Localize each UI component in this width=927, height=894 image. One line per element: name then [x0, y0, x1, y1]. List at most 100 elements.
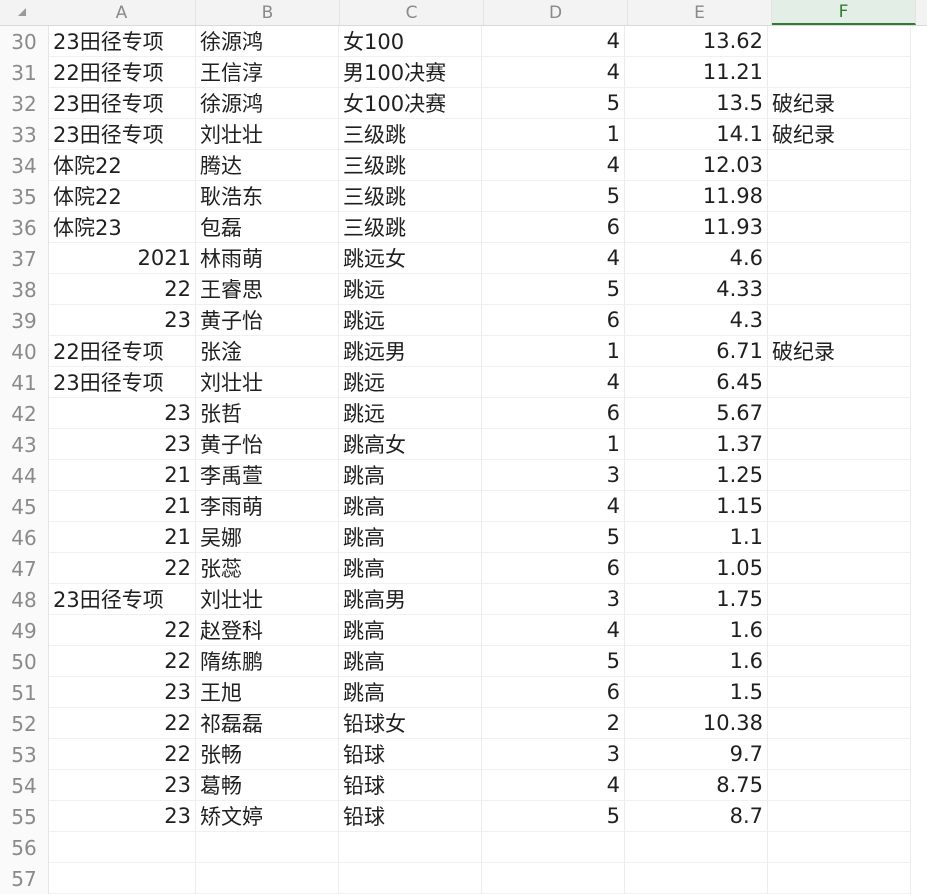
cell-f[interactable] — [768, 522, 911, 553]
cell-f[interactable] — [768, 863, 911, 894]
cell-f[interactable] — [768, 57, 911, 88]
cell-b[interactable]: 隋练鹏 — [196, 646, 339, 677]
cell-f[interactable] — [768, 708, 911, 739]
cell-f[interactable] — [768, 646, 911, 677]
cell-d[interactable]: 4 — [482, 615, 625, 646]
cell-a[interactable]: 22 — [49, 646, 196, 677]
cell-c[interactable]: 跳高 — [339, 646, 482, 677]
cell-d[interactable]: 6 — [482, 553, 625, 584]
cell-c[interactable]: 跳高 — [339, 522, 482, 553]
cell-e[interactable]: 1.37 — [625, 429, 768, 460]
cell-e[interactable]: 1.05 — [625, 553, 768, 584]
cell-d[interactable]: 6 — [482, 305, 625, 336]
cell-e[interactable]: 1.5 — [625, 677, 768, 708]
cell-d[interactable]: 5 — [482, 181, 625, 212]
cell-e[interactable]: 6.45 — [625, 367, 768, 398]
cell-b[interactable]: 赵登科 — [196, 615, 339, 646]
cell-c[interactable]: 女100 — [339, 26, 482, 57]
select-all-corner[interactable] — [0, 0, 48, 25]
cell-a[interactable]: 体院22 — [49, 181, 196, 212]
cell-f[interactable] — [768, 305, 911, 336]
cell-c[interactable]: 铅球 — [339, 739, 482, 770]
cell-e[interactable]: 5.67 — [625, 398, 768, 429]
cell-d[interactable]: 6 — [482, 398, 625, 429]
cell-c[interactable]: 三级跳 — [339, 119, 482, 150]
cell-e[interactable]: 11.98 — [625, 181, 768, 212]
cell-a[interactable]: 22 — [49, 553, 196, 584]
row-number[interactable]: 30 — [0, 26, 49, 57]
cell-c[interactable]: 跳高 — [339, 491, 482, 522]
cell-f[interactable] — [768, 677, 911, 708]
cell-b[interactable]: 包磊 — [196, 212, 339, 243]
cell-a[interactable]: 23 — [49, 677, 196, 708]
cell-d[interactable]: 5 — [482, 646, 625, 677]
cell-b[interactable] — [196, 863, 339, 894]
cell-a[interactable]: 21 — [49, 522, 196, 553]
cell-d[interactable]: 1 — [482, 336, 625, 367]
cell-c[interactable]: 三级跳 — [339, 212, 482, 243]
cell-c[interactable]: 跳远 — [339, 398, 482, 429]
cell-e[interactable]: 1.75 — [625, 584, 768, 615]
cell-f[interactable] — [768, 212, 911, 243]
cell-e[interactable]: 12.03 — [625, 150, 768, 181]
cell-d[interactable]: 4 — [482, 150, 625, 181]
row-number[interactable]: 45 — [0, 491, 49, 522]
row-number[interactable]: 39 — [0, 305, 49, 336]
cell-a[interactable]: 体院22 — [49, 150, 196, 181]
cell-a[interactable]: 22田径专项 — [49, 336, 196, 367]
cell-c[interactable]: 铅球 — [339, 770, 482, 801]
cell-c[interactable]: 跳远男 — [339, 336, 482, 367]
cell-a[interactable]: 23田径专项 — [49, 119, 196, 150]
row-number[interactable]: 46 — [0, 522, 49, 553]
cell-f[interactable] — [768, 26, 911, 57]
cell-a[interactable]: 23 — [49, 801, 196, 832]
row-number[interactable]: 38 — [0, 274, 49, 305]
cell-b[interactable]: 王信淳 — [196, 57, 339, 88]
cell-d[interactable]: 4 — [482, 770, 625, 801]
cell-a[interactable]: 21 — [49, 460, 196, 491]
cell-c[interactable]: 三级跳 — [339, 181, 482, 212]
cell-b[interactable]: 徐源鸿 — [196, 88, 339, 119]
cell-e[interactable]: 13.62 — [625, 26, 768, 57]
cell-a[interactable]: 21 — [49, 491, 196, 522]
cell-b[interactable]: 矫文婷 — [196, 801, 339, 832]
cell-b[interactable]: 祁磊磊 — [196, 708, 339, 739]
cell-d[interactable]: 6 — [482, 212, 625, 243]
cell-a[interactable]: 23 — [49, 770, 196, 801]
cell-c[interactable]: 跳高 — [339, 553, 482, 584]
row-number[interactable]: 42 — [0, 398, 49, 429]
cell-c[interactable]: 三级跳 — [339, 150, 482, 181]
row-number[interactable]: 37 — [0, 243, 49, 274]
cell-d[interactable]: 1 — [482, 429, 625, 460]
cell-d[interactable]: 4 — [482, 243, 625, 274]
cell-b[interactable]: 张哲 — [196, 398, 339, 429]
cell-b[interactable]: 刘壮壮 — [196, 367, 339, 398]
cell-d[interactable]: 3 — [482, 584, 625, 615]
cell-c[interactable]: 铅球 — [339, 801, 482, 832]
cell-b[interactable]: 黄子怡 — [196, 305, 339, 336]
cell-c[interactable]: 跳远 — [339, 274, 482, 305]
cell-f[interactable] — [768, 150, 911, 181]
cell-f[interactable]: 破纪录 — [768, 336, 911, 367]
cell-d[interactable]: 2 — [482, 708, 625, 739]
row-number[interactable]: 52 — [0, 708, 49, 739]
cell-e[interactable]: 1.6 — [625, 615, 768, 646]
cell-c[interactable]: 跳高男 — [339, 584, 482, 615]
cell-c[interactable]: 跳高 — [339, 460, 482, 491]
cell-b[interactable]: 徐源鸿 — [196, 26, 339, 57]
cell-f[interactable] — [768, 398, 911, 429]
row-number[interactable]: 48 — [0, 584, 49, 615]
cell-a[interactable]: 体院23 — [49, 212, 196, 243]
cell-f[interactable] — [768, 584, 911, 615]
column-header-d[interactable]: D — [484, 0, 628, 25]
cell-b[interactable]: 腾达 — [196, 150, 339, 181]
row-number[interactable]: 49 — [0, 615, 49, 646]
cell-c[interactable]: 跳高 — [339, 615, 482, 646]
cell-b[interactable]: 刘壮壮 — [196, 584, 339, 615]
row-number[interactable]: 55 — [0, 801, 49, 832]
cell-d[interactable]: 3 — [482, 460, 625, 491]
cell-c[interactable]: 跳高女 — [339, 429, 482, 460]
cell-b[interactable]: 李禹萱 — [196, 460, 339, 491]
row-number[interactable]: 34 — [0, 150, 49, 181]
cell-f[interactable] — [768, 181, 911, 212]
